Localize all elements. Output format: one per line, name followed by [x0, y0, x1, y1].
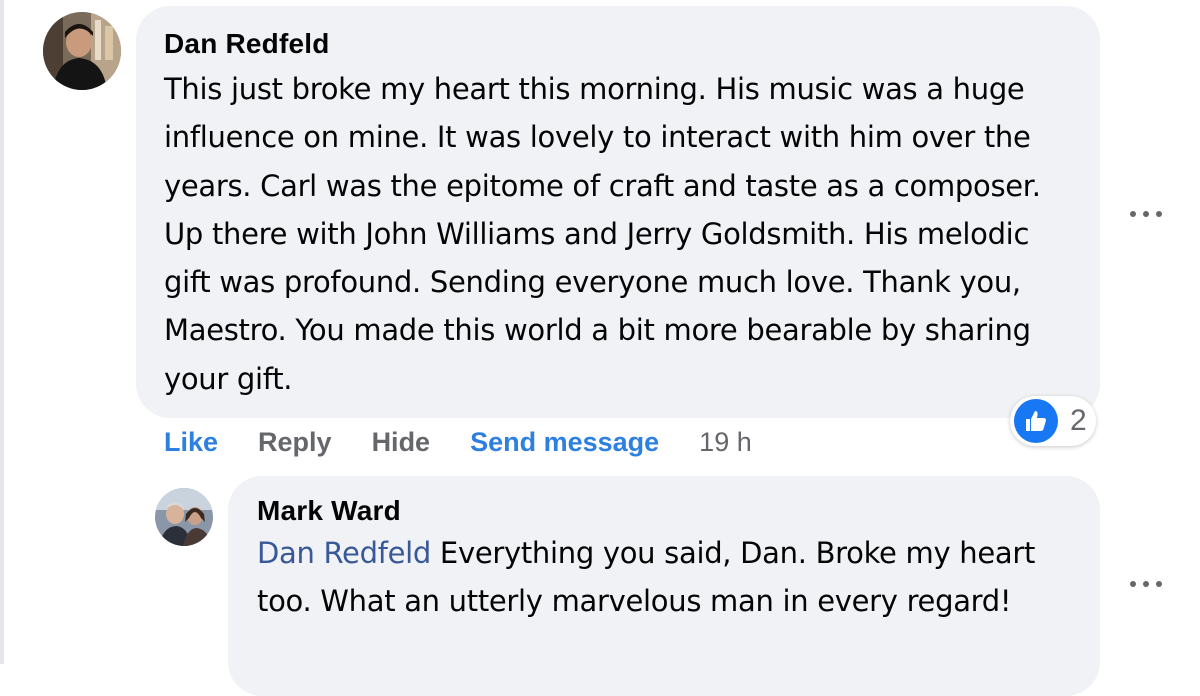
comment-bubble: Dan Redfeld This just broke my heart thi… [136, 6, 1100, 418]
reply-button[interactable]: Reply [258, 427, 332, 458]
thread-line [0, 0, 4, 664]
reaction-summary[interactable]: 2 [1010, 396, 1096, 446]
like-button[interactable]: Like [164, 427, 218, 458]
comment-author[interactable]: Dan Redfeld [164, 27, 1076, 61]
comment-actions: Like Reply Hide Send message 19 h [164, 422, 792, 462]
comment-text: This just broke my heart this morning. H… [164, 72, 1041, 396]
hide-button[interactable]: Hide [372, 427, 431, 458]
comment-timestamp[interactable]: 19 h [699, 427, 752, 458]
send-message-button[interactable]: Send message [470, 427, 659, 458]
more-options-icon[interactable] [1130, 574, 1162, 594]
reply-text: Dan Redfeld Everything you said, Dan. Br… [257, 529, 1077, 625]
thumbs-up-icon [1014, 399, 1058, 443]
avatar-mark-ward[interactable] [155, 488, 213, 546]
mention-link[interactable]: Dan Redfeld [257, 536, 431, 570]
more-options-icon[interactable] [1130, 204, 1162, 224]
reply-bubble: Mark Ward Dan Redfeld Everything you sai… [228, 476, 1100, 696]
reaction-count: 2 [1070, 404, 1087, 437]
reply-author[interactable]: Mark Ward [257, 494, 1076, 528]
avatar-dan-redfeld[interactable] [43, 12, 121, 90]
